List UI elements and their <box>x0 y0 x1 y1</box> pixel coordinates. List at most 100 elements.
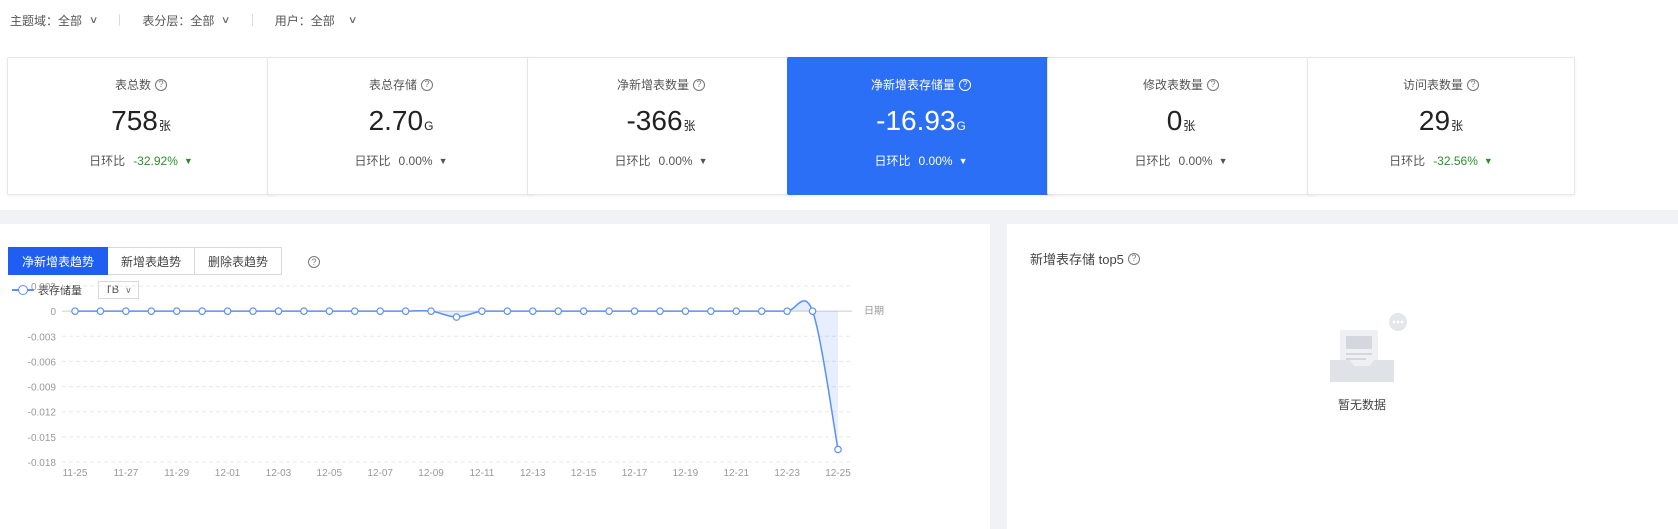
card-total-storage[interactable]: 表总存储? 2.70G 日环比 0.00% ▼ <box>267 57 535 195</box>
help-icon[interactable]: ? <box>421 78 433 91</box>
x-axis-label: 日期 <box>864 305 884 317</box>
data-point <box>478 307 486 315</box>
data-point <box>732 307 741 315</box>
data-point <box>528 307 537 315</box>
help-icon[interactable]: ? <box>155 78 167 91</box>
card-net-new-tables[interactable]: 净新增表数量? -366张 日环比 0.00% ▼ <box>527 57 795 195</box>
empty-state: 暂无数据 <box>1307 312 1417 413</box>
empty-inbox-icon <box>1330 313 1407 382</box>
data-point <box>274 307 283 315</box>
caret-down-icon: ▼ <box>1483 155 1493 166</box>
x-tick-label: 12-25 <box>825 468 851 479</box>
x-tick-label: 12-21 <box>723 468 749 479</box>
card-value: 29 <box>1418 105 1451 136</box>
y-tick-label: -0.012 <box>28 408 57 419</box>
card-value: -16.93 <box>876 105 956 136</box>
card-title: 表总存储 <box>368 78 417 92</box>
card-unit: 张 <box>1451 119 1464 133</box>
data-point <box>656 307 664 315</box>
chevron-down-icon: ∨ <box>347 14 358 26</box>
card-compare-value: 0.00% <box>398 153 433 168</box>
y-tick-label: 0.003 <box>31 282 56 293</box>
help-icon[interactable]: ? <box>959 78 971 91</box>
data-point <box>783 307 791 315</box>
series-line <box>75 300 839 450</box>
card-modified-tables[interactable]: 修改表数量? 0张 日环比 0.00% ▼ <box>1047 57 1315 195</box>
data-point <box>834 445 842 454</box>
data-point <box>71 307 79 315</box>
data-point <box>223 307 232 315</box>
filter-bar: 主题域：全部 ∨ 表分层：全部 ∨ 用户：全部 ∨ <box>0 0 1678 40</box>
filter-divider <box>251 14 253 26</box>
card-compare-label: 日环比 <box>89 154 126 168</box>
card-compare-value: -32.56% <box>1433 153 1478 168</box>
data-point <box>376 307 385 315</box>
card-value: 758 <box>111 105 158 136</box>
data-point <box>808 307 817 315</box>
x-tick-label: 12-09 <box>418 468 444 479</box>
card-net-new-storage[interactable]: 净新增表存储量? -16.93G 日环比 0.00% ▼ <box>787 57 1055 195</box>
caret-down-icon: ▼ <box>1218 155 1228 166</box>
filter-user[interactable]: 用户：全部 ∨ <box>275 12 358 29</box>
chevron-down-icon: ∨ <box>88 14 99 26</box>
data-point <box>707 307 715 315</box>
data-point <box>757 307 766 315</box>
card-compare-label: 日环比 <box>354 154 391 168</box>
card-unit: G <box>956 119 966 133</box>
card-total-tables[interactable]: 表总数? 758张 日环比 -32.92% ▼ <box>7 57 275 195</box>
top5-title: 新增表存储 top5 <box>1030 252 1124 267</box>
trend-chart: 0.003 0 -0.003 -0.006 -0.009 -0.012 -0.015 -0.0… <box>28 282 884 479</box>
card-unit: 张 <box>683 119 696 133</box>
data-point <box>630 307 639 315</box>
y-tick-label: -0.015 <box>28 433 57 444</box>
filter-table-layer[interactable]: 表分层：全部 ∨ <box>142 12 231 29</box>
caret-down-icon: ▼ <box>183 155 193 166</box>
caret-down-icon: ▼ <box>698 155 708 166</box>
data-point <box>249 307 257 315</box>
x-tick-label: 12-01 <box>215 468 241 479</box>
top5-title-wrap: 新增表存储 top5 ? <box>1030 249 1140 268</box>
top5-panel: 新增表存储 top5 ? 暂无数据 <box>1007 224 1678 529</box>
card-compare-label: 日环比 <box>1389 154 1426 168</box>
x-tick-label: 12-03 <box>266 468 292 479</box>
x-tick-label: 12-15 <box>571 468 597 479</box>
x-tick-label: 12-23 <box>774 468 800 479</box>
data-point <box>300 307 308 315</box>
x-tick-label: 11-25 <box>63 468 88 479</box>
data-point <box>122 307 130 315</box>
empty-text: 暂无数据 <box>1337 398 1386 412</box>
card-unit: 张 <box>1183 119 1196 133</box>
card-value: 0 <box>1166 105 1183 136</box>
card-compare-label: 日环比 <box>1134 154 1171 168</box>
data-point <box>681 307 690 315</box>
card-unit: 张 <box>158 119 171 133</box>
card-title: 修改表数量 <box>1142 78 1203 92</box>
card-title: 净新增表数量 <box>616 78 689 92</box>
data-point <box>401 307 410 315</box>
y-tick-label: -0.009 <box>28 383 57 394</box>
data-point <box>198 307 206 315</box>
x-tick-label: 12-11 <box>470 468 495 479</box>
y-tick-label: -0.018 <box>28 458 57 469</box>
y-tick-label: -0.003 <box>28 332 57 343</box>
card-compare-value: 0.00% <box>1178 153 1213 168</box>
y-tick-label: 0 <box>50 307 56 318</box>
help-icon[interactable]: ? <box>1127 252 1140 265</box>
data-point <box>427 307 435 315</box>
help-icon[interactable]: ? <box>693 78 705 91</box>
caret-down-icon: ▼ <box>438 155 448 166</box>
chevron-down-icon: ∨ <box>221 14 231 26</box>
filter-subject-domain[interactable]: 主题域：全部 ∨ <box>10 12 99 29</box>
card-title: 表总数 <box>114 78 151 92</box>
data-point <box>452 313 461 321</box>
y-tick-label: -0.006 <box>28 357 57 368</box>
x-tick-label: 12-19 <box>673 468 699 479</box>
card-accessed-tables[interactable]: 访问表数量? 29张 日环比 -32.56% ▼ <box>1307 57 1575 195</box>
x-tick-label: 11-29 <box>164 468 189 479</box>
data-point <box>96 307 105 315</box>
series-area <box>75 300 838 450</box>
help-icon[interactable]: ? <box>1467 78 1479 91</box>
metric-cards: 表总数? 758张 日环比 -32.92% ▼ 表总存储? 2.70G 日环比 0.0… <box>0 40 1678 210</box>
help-icon[interactable]: ? <box>1207 78 1219 91</box>
filter-subject-domain-label: 主题域：全部 <box>10 13 83 28</box>
